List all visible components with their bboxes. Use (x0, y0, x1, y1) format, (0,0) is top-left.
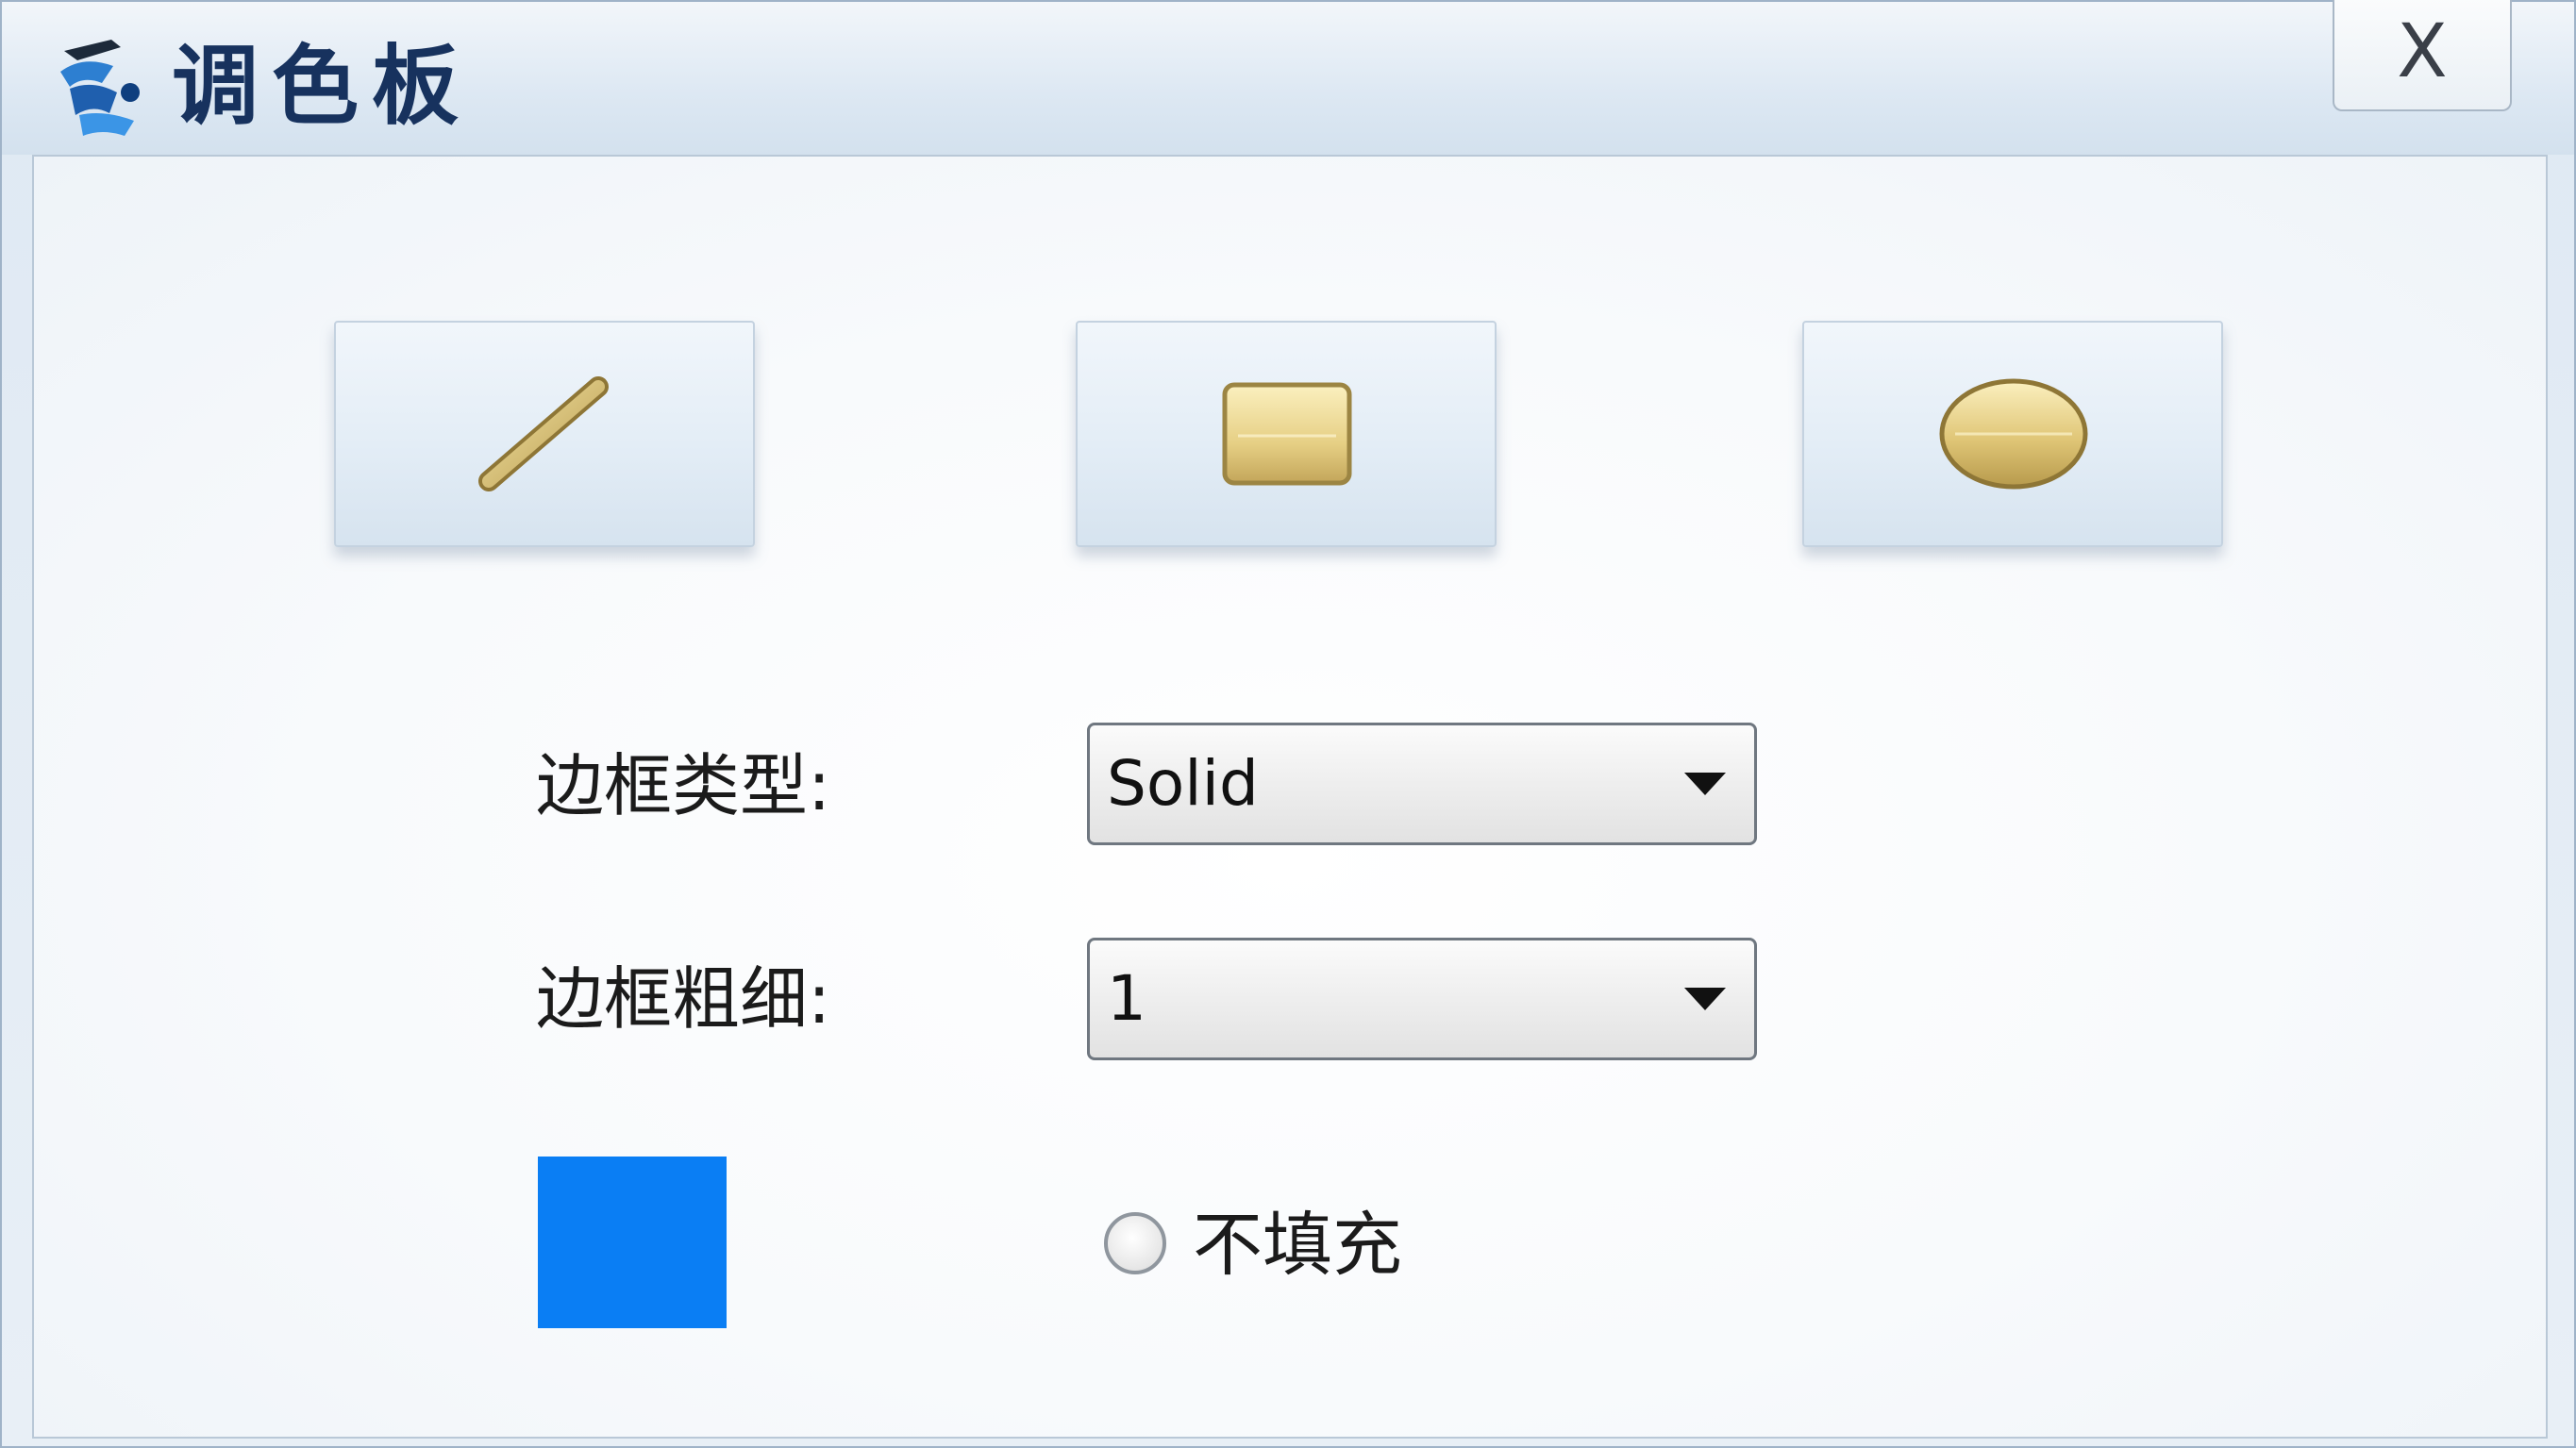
border-width-value: 1 (1107, 962, 1146, 1035)
ellipse-icon (1939, 378, 2088, 490)
no-fill-radio[interactable] (1104, 1212, 1166, 1274)
border-width-label: 边框粗细: (536, 959, 831, 1039)
palette-app-icon (60, 40, 140, 136)
title-bar[interactable]: 调色板 X (2, 0, 2574, 155)
line-icon (478, 376, 609, 491)
fill-color-swatch[interactable] (538, 1157, 727, 1328)
border-type-label: 边框类型: (536, 746, 831, 825)
window-title: 调色板 (172, 36, 473, 137)
border-type-dropdown[interactable]: Solid (1087, 723, 1757, 845)
border-width-dropdown[interactable]: 1 (1087, 938, 1757, 1060)
chevron-down-icon (1684, 988, 1726, 1010)
border-type-value: Solid (1107, 747, 1259, 820)
rectangle-icon (1222, 382, 1352, 486)
close-button[interactable]: X (2333, 0, 2512, 111)
rectangle-tool-button[interactable] (1076, 321, 1497, 547)
palette-dialog: 调色板 X 边框类型: Solid 边框粗细: 1 不填充 (0, 0, 2576, 1448)
line-tool-button[interactable] (334, 321, 755, 547)
no-fill-label[interactable]: 不填充 (1193, 1202, 1402, 1289)
chevron-down-icon (1684, 773, 1726, 795)
ellipse-tool-button[interactable] (1802, 321, 2223, 547)
